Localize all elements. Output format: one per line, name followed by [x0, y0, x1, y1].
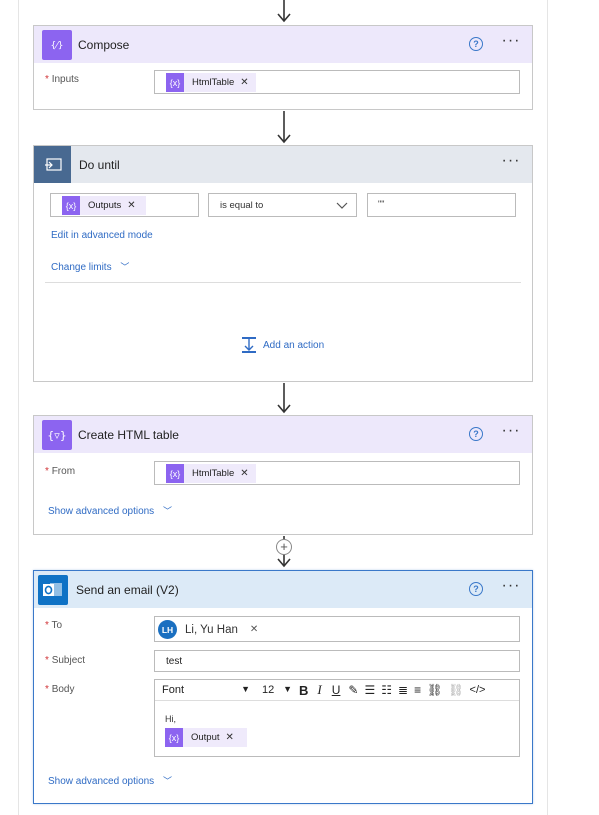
chevron-down-icon: ﹀: [162, 506, 172, 516]
email-to-label: * To: [45, 620, 63, 631]
avatar: LH: [158, 620, 177, 639]
variable-icon: {x}: [166, 464, 184, 483]
svg-text:{▿}: {▿}: [48, 429, 66, 442]
do-until-card[interactable]: Do until ··· {x} Outputs ✕ is equal to "…: [33, 145, 533, 382]
compose-title: Compose: [78, 37, 130, 52]
add-action-label: Add an action: [263, 339, 325, 351]
table-operation-icon: {▿}: [42, 419, 72, 450]
email-subject-field[interactable]: test: [154, 650, 520, 672]
bold-icon[interactable]: B: [299, 683, 308, 698]
recipient-name: Li, Yu Han: [185, 623, 238, 636]
token-label: HtmlTable: [192, 77, 235, 88]
create-html-table-card[interactable]: {▿} Create HTML table ? ··· * From {x} H…: [33, 415, 533, 535]
body-output-token[interactable]: {x} Output ✕: [165, 728, 247, 747]
font-size-value: 12: [262, 684, 275, 696]
html-table-token[interactable]: {x} HtmlTable ✕: [166, 464, 256, 483]
outputs-token[interactable]: {x} Outputs ✕: [62, 196, 146, 215]
help-icon[interactable]: ?: [469, 37, 483, 51]
right-operand-value: "": [378, 199, 385, 209]
remove-recipient-icon[interactable]: ✕: [250, 624, 258, 635]
remove-token-icon[interactable]: ✕: [127, 200, 135, 211]
more-options-icon[interactable]: ···: [500, 153, 522, 172]
decrease-indent-icon[interactable]: ≣: [398, 683, 408, 697]
more-options-icon[interactable]: ···: [500, 578, 522, 597]
loop-icon: [34, 146, 71, 183]
email-subject-label: * Subject: [45, 655, 86, 666]
bulleted-list-icon[interactable]: ☰: [364, 683, 375, 697]
more-options-icon[interactable]: ···: [500, 423, 522, 442]
send-email-card[interactable]: Send an email (V2) ? ··· * To LH Li, Yu …: [33, 570, 533, 804]
operator-value: is equal to: [220, 200, 264, 211]
do-until-divider: [45, 282, 521, 283]
remove-token-icon[interactable]: ✕: [240, 77, 248, 88]
font-value: Font: [162, 684, 185, 696]
do-until-title: Do until: [79, 157, 120, 172]
html-table-header[interactable]: {▿} Create HTML table ? ···: [34, 416, 532, 453]
help-icon[interactable]: ?: [469, 582, 483, 596]
connector-arrow-2: [277, 383, 291, 414]
compose-token[interactable]: {x} HtmlTable ✕: [166, 73, 256, 92]
help-icon[interactable]: ?: [469, 427, 483, 441]
html-table-from-field[interactable]: {x} HtmlTable ✕: [154, 461, 520, 485]
condition-left-operand[interactable]: {x} Outputs ✕: [50, 193, 199, 217]
outlook-icon: [38, 574, 68, 605]
token-label: Outputs: [88, 200, 122, 211]
compose-card[interactable]: {⁄} Compose ? ··· * Inputs {x} HtmlTable…: [33, 25, 533, 110]
email-to-field[interactable]: LH Li, Yu Han ✕: [154, 616, 520, 642]
insert-step-button[interactable]: +: [276, 539, 292, 555]
edit-advanced-mode-link[interactable]: Edit in advanced mode: [51, 230, 153, 241]
condition-operator-select[interactable]: is equal to: [208, 193, 357, 217]
svg-text:{⁄}: {⁄}: [51, 41, 64, 51]
dropdown-arrow-icon: ▼: [283, 684, 292, 694]
numbered-list-icon[interactable]: ☷: [381, 683, 392, 697]
token-label: Output: [191, 732, 220, 743]
link-icon[interactable]: ⛓: [427, 683, 442, 697]
email-show-advanced-link[interactable]: Show advanced options ﹀: [48, 774, 172, 787]
send-email-header[interactable]: Send an email (V2) ? ···: [34, 571, 532, 608]
add-action-button[interactable]: Add an action: [240, 336, 324, 354]
show-advanced-label: Show advanced options: [48, 776, 155, 787]
font-select[interactable]: Font ▼: [162, 684, 250, 696]
underline-icon[interactable]: U: [332, 683, 341, 697]
do-until-header[interactable]: Do until ···: [34, 146, 532, 183]
chevron-down-icon: ﹀: [120, 262, 130, 272]
connector-arrow-1: [277, 111, 291, 144]
html-table-from-label: * From: [45, 466, 76, 477]
connector-arrow-top: [277, 0, 291, 23]
body-toolbar: Font ▼ 12 ▼ B I U ✎ ☰ ☷ ≣ ≡ ⛓ ⛓ </>: [155, 680, 519, 701]
highlight-icon[interactable]: ✎: [348, 683, 358, 697]
dropdown-arrow-icon: ▼: [241, 684, 250, 694]
subject-value: test: [166, 656, 183, 667]
compose-icon: {⁄}: [42, 29, 72, 60]
token-label: HtmlTable: [192, 468, 235, 479]
variable-icon: {x}: [166, 73, 184, 92]
remove-token-icon[interactable]: ✕: [226, 732, 234, 743]
compose-inputs-label: * Inputs: [45, 74, 79, 85]
add-action-icon: [242, 337, 256, 353]
body-text: Hi,: [165, 714, 176, 724]
unlink-icon[interactable]: ⛓: [448, 683, 463, 697]
variable-icon: {x}: [165, 728, 183, 747]
more-options-icon[interactable]: ···: [500, 33, 522, 52]
chevron-down-icon: ﹀: [162, 776, 172, 786]
compose-inputs-field[interactable]: {x} HtmlTable ✕: [154, 70, 520, 94]
compose-header[interactable]: {⁄} Compose ? ···: [34, 26, 532, 63]
chevron-down-icon: [336, 202, 348, 209]
italic-icon[interactable]: I: [317, 682, 321, 698]
remove-token-icon[interactable]: ✕: [240, 468, 248, 479]
html-table-show-advanced-link[interactable]: Show advanced options ﹀: [48, 504, 172, 517]
increase-indent-icon[interactable]: ≡: [414, 683, 421, 697]
change-limits-label: Change limits: [51, 262, 112, 273]
code-view-icon[interactable]: </>: [470, 684, 486, 696]
html-table-title: Create HTML table: [78, 427, 179, 442]
send-email-title: Send an email (V2): [76, 582, 179, 597]
recipient-chip[interactable]: LH Li, Yu Han ✕: [158, 620, 258, 639]
condition-right-operand[interactable]: "": [367, 193, 516, 217]
email-body-editor[interactable]: Font ▼ 12 ▼ B I U ✎ ☰ ☷ ≣ ≡ ⛓ ⛓ </> Hi, …: [154, 679, 520, 757]
font-size-select[interactable]: 12 ▼: [262, 684, 292, 696]
variable-icon: {x}: [62, 196, 80, 215]
email-body-label: * Body: [45, 684, 75, 695]
show-advanced-label: Show advanced options: [48, 506, 155, 517]
change-limits-link[interactable]: Change limits ﹀: [51, 260, 129, 273]
